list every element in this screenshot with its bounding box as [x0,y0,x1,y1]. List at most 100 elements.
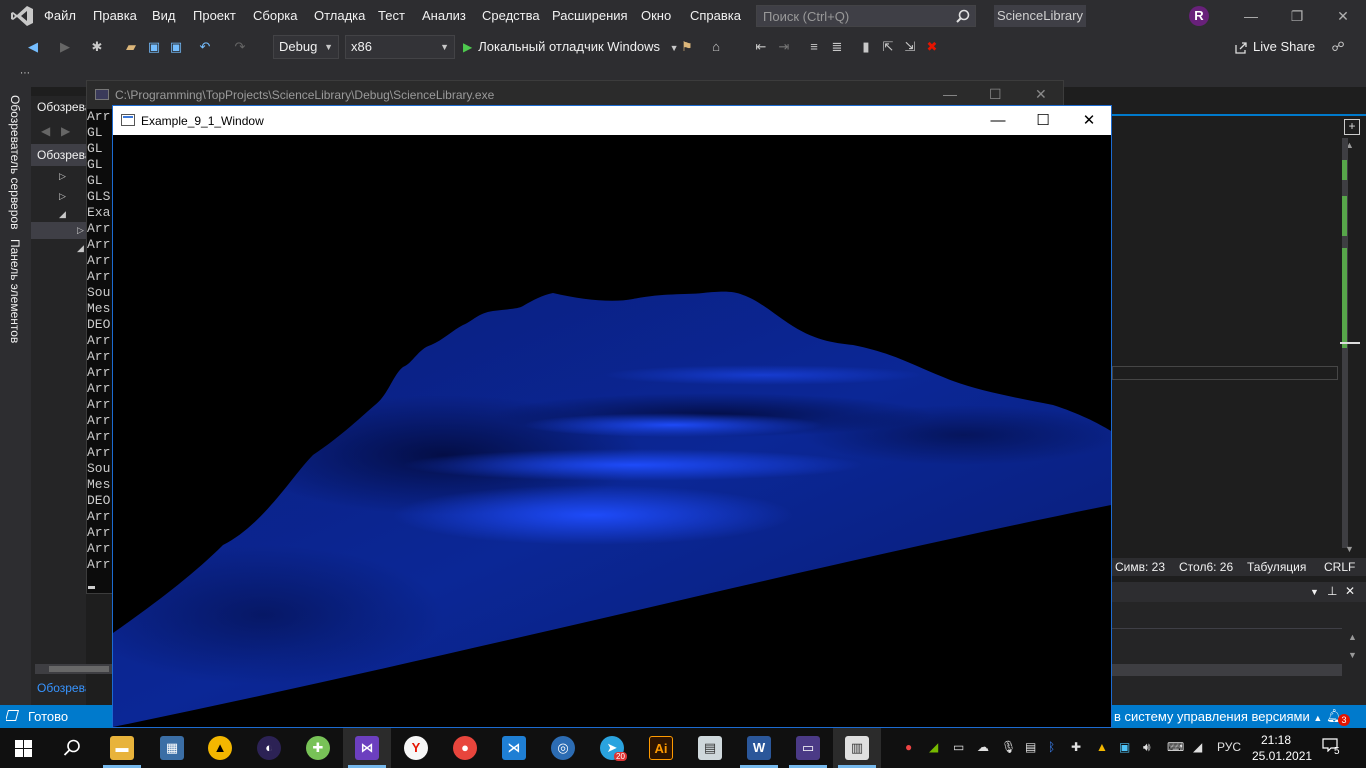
save-icon[interactable]: ▣ [145,38,163,56]
gl-render-surface[interactable] [113,135,1111,727]
console-minimize-icon[interactable]: — [943,86,957,102]
save-all-icon[interactable]: ▣ [167,38,185,56]
menu-project[interactable]: Проект [193,8,236,23]
explorer-search[interactable]: Обозревател [31,144,86,166]
tray-monitor-icon[interactable]: ▭ [953,740,964,754]
menu-analyze[interactable]: Анализ [422,8,466,23]
back-icon[interactable]: ◀ [24,38,42,56]
tab-server-explorer[interactable]: Обозреватель серверов [8,95,22,229]
menu-view[interactable]: Вид [152,8,176,23]
microphone-icon[interactable]: 🎙︎ [1001,740,1016,754]
live-share-button[interactable]: Live Share [1253,39,1315,54]
search-icon[interactable] [956,9,970,23]
tray-warning-icon[interactable]: ▲ [1096,740,1108,754]
status-indent[interactable]: Табуляция [1247,560,1306,574]
menu-edit[interactable]: Правка [93,8,137,23]
menu-help[interactable]: Справка [690,8,741,23]
collapse-icon[interactable]: ◢ [59,209,66,220]
tray-app-icon[interactable]: ● [905,740,912,754]
tray-cloud-icon[interactable]: ☁ [977,740,989,754]
scroll-down-icon[interactable]: ▼ [1348,650,1357,660]
collapse-icon[interactable]: ◢ [77,243,84,254]
fabric-icon[interactable]: ◎ [551,736,575,760]
security-icon[interactable]: ✚ [1071,740,1081,754]
volume-icon[interactable]: 🔊︎ [1143,740,1151,755]
explorer-hscrollbar[interactable] [35,664,113,674]
menu-window[interactable]: Окно [641,8,671,23]
android-studio-icon[interactable]: ✚ [306,736,330,760]
menu-debug[interactable]: Отладка [314,8,365,23]
menu-tools[interactable]: Средства [482,8,540,23]
console-icon[interactable]: ▭ [796,736,820,760]
account-avatar[interactable]: R [1189,6,1209,26]
nvidia-icon[interactable]: ◢ [929,740,938,754]
menu-file[interactable]: Файл [44,8,76,23]
step-over-icon[interactable]: ⇥ [775,38,793,56]
printer-icon[interactable]: ▤ [1025,740,1036,754]
network-icon[interactable]: ◢ [1193,740,1202,754]
menu-test[interactable]: Тест [378,8,405,23]
console-close-icon[interactable]: ✕ [1035,86,1047,103]
chevron-down-icon[interactable]: ▼ [1310,587,1319,597]
toolbar-overflow-icon[interactable]: ⋯ [16,65,34,83]
action-center-icon[interactable]: 5 [1322,738,1344,758]
expand-icon[interactable]: ▷ [59,191,66,202]
menu-build[interactable]: Сборка [253,8,298,23]
explorer-footer-tab[interactable]: Обозревател [37,681,86,695]
platform-select[interactable]: x86 ▼ [345,35,455,59]
visual-studio-icon[interactable]: ⋈ [355,736,379,760]
input-language[interactable]: РУС [1217,740,1241,754]
config-select[interactable]: Debug ▼ [273,35,339,59]
illustrator-icon[interactable]: Ai [649,736,673,760]
bookmark-clear-icon[interactable]: ✖ [923,38,941,56]
vs-minimize-icon[interactable]: — [1242,7,1260,25]
feedback-icon[interactable]: ☍ [1329,38,1347,56]
run-debugger-button[interactable]: ▶ Локальный отладчик Windows ▼ [463,38,679,56]
scanner-icon[interactable]: ▤ [698,736,722,760]
vs-search-input[interactable] [763,8,949,25]
indent-icon[interactable]: ≣ [828,38,846,56]
tray-display-icon[interactable]: ▣ [1119,740,1130,754]
yandex-browser-icon[interactable]: Y [404,736,428,760]
console-maximize-icon[interactable]: ☐ [989,86,1002,103]
word-icon[interactable]: W [747,736,771,760]
gl-maximize-icon[interactable]: ☐ [1033,111,1053,131]
expand-icon[interactable]: ▷ [77,225,84,236]
redo-icon[interactable]: ↷ [231,38,249,56]
start-icon[interactable] [15,740,32,757]
status-eol[interactable]: CRLF [1324,560,1355,574]
expand-icon[interactable]: ▷ [59,171,66,182]
chrome-icon[interactable]: ● [453,736,477,760]
eclipse-icon[interactable]: ◐ [257,736,281,760]
file-explorer-icon[interactable]: ▬ [110,736,134,760]
keyboard-icon[interactable]: ⌨ [1167,740,1184,754]
forward-icon[interactable]: ▶ [56,38,74,56]
bookmark-next-icon[interactable]: ⇲ [901,38,919,56]
warning-app-icon[interactable]: ▲ [208,736,232,760]
outdent-icon[interactable]: ≡ [805,38,823,56]
close-icon[interactable]: ✕ [1345,584,1355,598]
pin-icon[interactable]: ⊥ [1327,584,1337,598]
bluetooth-icon[interactable]: ᛒ [1048,740,1055,754]
calculator-icon[interactable]: ▦ [160,736,184,760]
undo-icon[interactable]: ↶ [196,38,214,56]
gl-minimize-icon[interactable]: — [988,111,1008,131]
search-icon[interactable] [63,739,81,757]
vs-close-icon[interactable]: ✕ [1334,7,1352,25]
vs-restore-icon[interactable]: ❐ [1288,7,1306,25]
step-icon[interactable]: ⇤ [752,38,770,56]
hot-reload-icon[interactable]: ⚑ [678,38,696,56]
scroll-down-icon[interactable]: ▼ [1345,544,1354,554]
taskbar-clock[interactable]: 21:18 25.01.2021 [1252,732,1312,764]
tab-toolbox[interactable]: Панель элементов [8,239,22,343]
gl-window-icon[interactable]: ▥ [845,736,869,760]
explorer-forward-icon[interactable]: ▶ [61,124,70,138]
bookmark-prev-icon[interactable]: ⇱ [879,38,897,56]
new-project-icon[interactable]: ✱ [88,38,106,56]
output-hscrollbar[interactable] [1112,664,1342,676]
gl-close-icon[interactable]: ✕ [1079,111,1099,131]
explorer-back-icon[interactable]: ◀ [41,124,50,138]
bookmark-icon[interactable]: ▮ [857,38,875,56]
vscode-icon[interactable]: ⋊ [502,736,526,760]
open-folder-icon[interactable]: ▰ [122,38,140,56]
